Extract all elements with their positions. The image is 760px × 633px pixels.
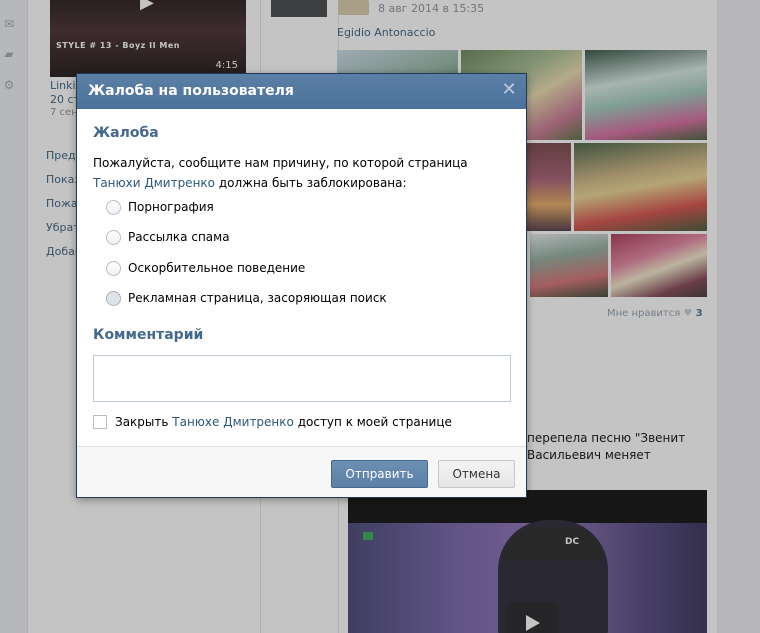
complaint-heading: Жалоба (93, 125, 159, 141)
block-access-text: Закрыть (115, 415, 169, 429)
user-link[interactable]: Танюхи Дмитренко (93, 176, 215, 190)
reason-label[interactable]: Оскорбительное поведение (128, 261, 305, 275)
send-button[interactable]: Отправить (331, 460, 428, 488)
cancel-button[interactable]: Отмена (438, 460, 515, 488)
intro-text-end: должна быть заблокирована: (218, 176, 407, 190)
complaint-intro: Пожалуйста, сообщите нам причину, по кот… (93, 153, 513, 193)
radio-button[interactable] (106, 291, 121, 306)
report-dialog: Жалоба на пользователя ✕ Жалоба Пожалуйс… (76, 73, 527, 498)
intro-text: Пожалуйста, сообщите нам причину, по кот… (93, 156, 468, 170)
block-access-text-end: доступ к моей странице (297, 415, 452, 429)
dialog-header: Жалоба на пользователя ✕ (77, 74, 526, 109)
radio-button[interactable] (106, 230, 121, 245)
comment-heading: Комментарий (93, 327, 204, 343)
reason-label[interactable]: Порнография (128, 200, 214, 214)
close-icon[interactable]: ✕ (501, 81, 517, 99)
block-access-checkbox[interactable] (93, 415, 107, 429)
radio-button[interactable] (106, 200, 121, 215)
radio-button[interactable] (106, 261, 121, 276)
dialog-footer: Отправить Отмена (77, 446, 526, 497)
user-link[interactable]: Танюхе Дмитренко (172, 415, 294, 429)
comment-field[interactable] (93, 355, 511, 402)
reason-label[interactable]: Рассылка спама (128, 230, 230, 244)
dialog-title: Жалоба на пользователя (88, 83, 294, 99)
block-access-label[interactable]: Закрыть Танюхе Дмитренко доступ к моей с… (115, 415, 452, 429)
reason-label[interactable]: Рекламная страница, засоряющая поиск (128, 291, 387, 305)
